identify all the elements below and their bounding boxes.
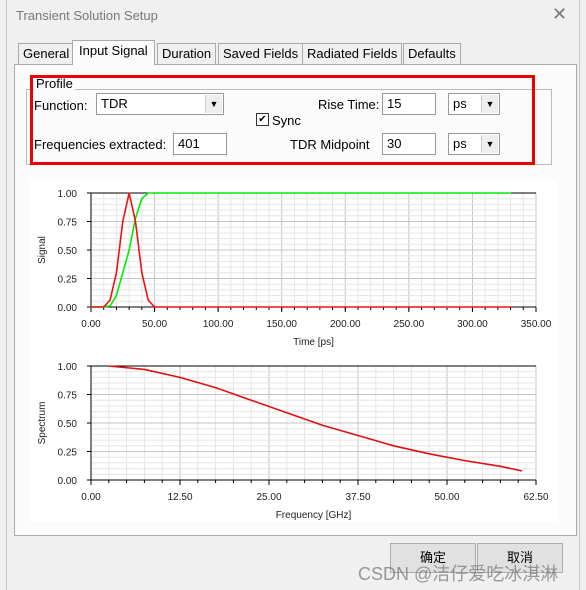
x-tick-label: 150.00 xyxy=(266,319,297,330)
data-point xyxy=(499,465,501,467)
series-line-0 xyxy=(108,365,522,472)
tab-input-signal[interactable]: Input Signal xyxy=(72,40,155,65)
data-point xyxy=(147,299,149,301)
data-point xyxy=(128,192,130,194)
y-tick-label: 0.25 xyxy=(58,448,78,459)
tab-saved-fields[interactable]: Saved Fields xyxy=(218,43,304,64)
data-point xyxy=(286,412,288,414)
window-title: Transient Solution Setup xyxy=(16,8,158,23)
data-point xyxy=(122,272,124,274)
data-point xyxy=(521,470,523,472)
data-point xyxy=(103,306,105,308)
y-tick-label: 0.50 xyxy=(58,246,78,257)
x-tick-label: 25.00 xyxy=(256,492,281,503)
data-point xyxy=(464,460,466,462)
data-point xyxy=(128,249,130,251)
data-point xyxy=(250,399,252,401)
data-point xyxy=(215,387,217,389)
y-tick-label: 1.00 xyxy=(58,189,78,200)
data-point xyxy=(153,192,156,194)
data-point xyxy=(115,295,118,297)
x-tick-label: 12.50 xyxy=(167,492,192,503)
data-point xyxy=(428,453,430,455)
tab-radiated-fields[interactable]: Radiated Fields xyxy=(302,43,403,64)
data-point xyxy=(509,192,512,194)
data-point xyxy=(122,220,124,223)
y-tick-label: 0.00 xyxy=(58,476,78,487)
data-point xyxy=(153,306,156,308)
x-tick-label: 37.50 xyxy=(345,492,370,503)
data-point xyxy=(109,305,111,307)
data-point xyxy=(134,220,137,223)
x-tick-label: 50.00 xyxy=(142,319,167,330)
data-point xyxy=(321,424,323,426)
data-point xyxy=(143,368,145,371)
data-point xyxy=(179,376,181,378)
data-point xyxy=(115,272,118,274)
x-tick-label: 300.00 xyxy=(457,319,488,330)
data-point xyxy=(109,299,111,301)
data-point xyxy=(357,434,359,437)
x-tick-label: 0.00 xyxy=(81,319,101,330)
x-tick-label: 250.00 xyxy=(394,319,425,330)
x-tick-label: 350.00 xyxy=(521,319,552,330)
data-point xyxy=(509,306,512,308)
x-axis-label: Frequency [GHz] xyxy=(276,510,352,521)
x-axis-label: Time [ps] xyxy=(293,337,334,348)
x-tick-label: 0.00 xyxy=(81,492,101,503)
watermark: CSDN @洁仔爱吃冰淇淋 xyxy=(358,564,559,584)
y-tick-label: 0.00 xyxy=(58,303,78,314)
x-tick-label: 50.00 xyxy=(434,492,459,503)
y-tick-label: 1.00 xyxy=(58,362,78,373)
data-point xyxy=(141,198,143,200)
y-tick-label: 0.50 xyxy=(58,419,78,430)
data-point xyxy=(108,365,110,367)
x-tick-label: 200.00 xyxy=(330,319,361,330)
tab-general[interactable]: General xyxy=(18,43,75,64)
y-tick-label: 0.75 xyxy=(58,218,78,229)
x-tick-label: 100.00 xyxy=(203,319,234,330)
data-point xyxy=(393,445,395,447)
data-point xyxy=(147,192,149,194)
y-tick-label: 0.75 xyxy=(58,391,78,402)
x-tick-label: 62.50 xyxy=(523,492,548,503)
highlight-box xyxy=(30,75,535,165)
charts-svg: 0.00 50.00 100.00 150.00 200.00 250.00 300.00 3… xyxy=(37,189,552,521)
data-point xyxy=(141,272,143,274)
y-axis-label: Signal xyxy=(37,236,48,264)
tab-duration[interactable]: Duration xyxy=(157,43,217,64)
data-point xyxy=(90,306,92,308)
plots-area: 0.00 50.00 100.00 150.00 200.00 250.00 300.00 3… xyxy=(30,180,557,522)
y-axis-label: Spectrum xyxy=(37,402,48,445)
y-tick-label: 0.25 xyxy=(58,275,78,286)
close-icon[interactable]: ✕ xyxy=(552,4,567,25)
tab-defaults[interactable]: Defaults xyxy=(403,43,461,64)
